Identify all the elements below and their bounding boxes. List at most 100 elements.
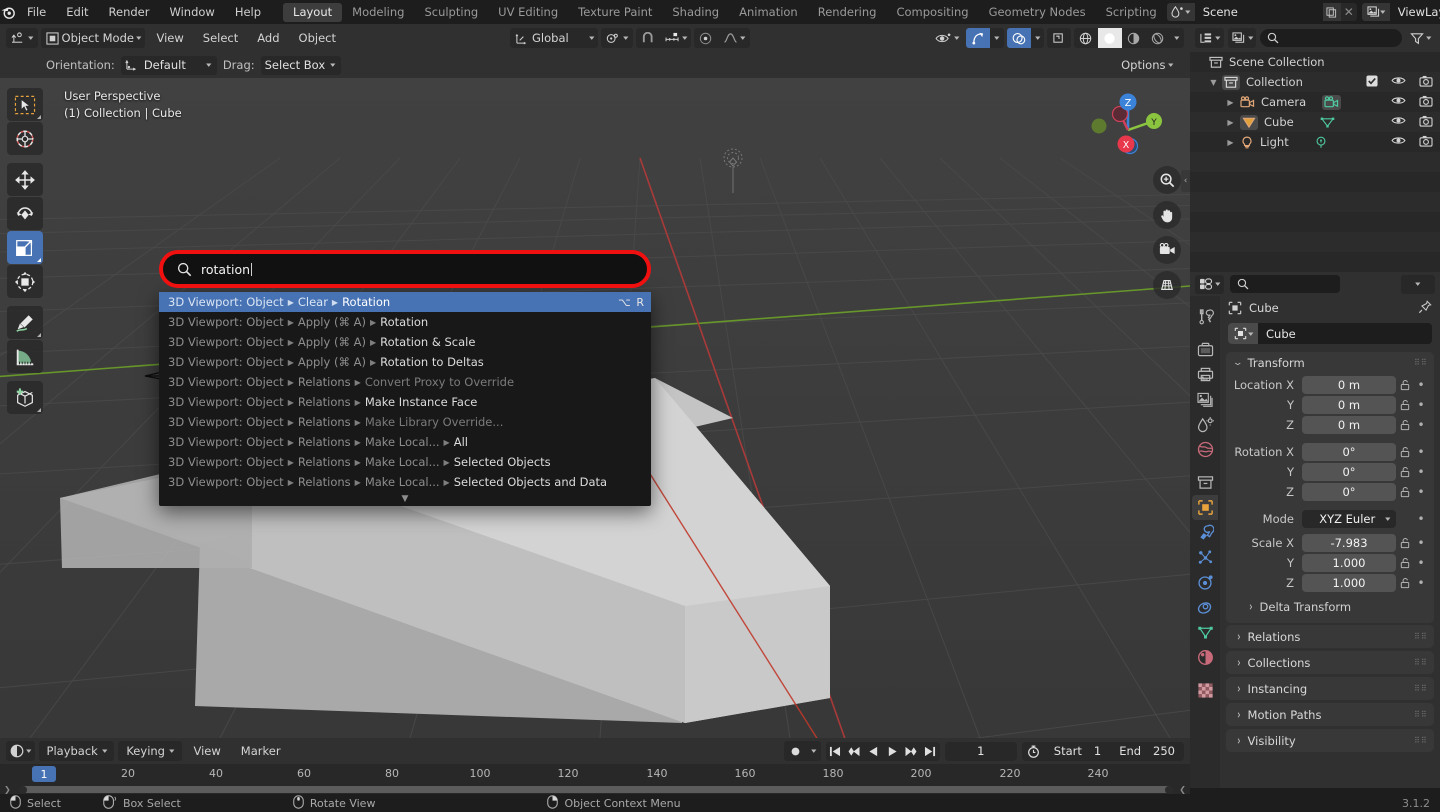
eye-icon[interactable]	[1391, 75, 1406, 89]
animate-property-dot[interactable]: •	[1414, 465, 1428, 479]
visibility-selector[interactable]: ▾	[930, 28, 964, 48]
search-result-row[interactable]: 3D Viewport: Object ▶ Relations ▶ Make L…	[159, 412, 651, 432]
instancing-panel[interactable]: ⌄ Instancing ⠿⠿	[1226, 677, 1434, 700]
eye-icon[interactable]	[1391, 95, 1406, 109]
shading-rendered-icon[interactable]	[1146, 28, 1170, 48]
eye-icon[interactable]	[1391, 135, 1406, 149]
outliner-row-light[interactable]: ▶ Light	[1190, 132, 1440, 152]
timeline-menu-playback[interactable]: Playback ▾	[38, 741, 115, 761]
object-mode-selector[interactable]: Object Mode ▾	[40, 28, 146, 48]
camera-view-icon[interactable]	[1153, 236, 1181, 264]
show-overlays-icon[interactable]	[1006, 28, 1031, 48]
search-result-row[interactable]: 3D Viewport: Object ▶ Relations ▶ Make L…	[159, 452, 651, 472]
tab-scripting[interactable]: Scripting	[1096, 3, 1167, 22]
animate-property-dot[interactable]: •	[1414, 536, 1428, 550]
scroll-handle-left[interactable]	[19, 785, 27, 794]
rotation-y-value[interactable]: 0°	[1302, 462, 1396, 481]
animate-property-dot[interactable]: •	[1414, 576, 1428, 590]
properties-options-button[interactable]: ▾	[1401, 274, 1435, 294]
shading-material-icon[interactable]	[1122, 28, 1146, 48]
end-frame-field[interactable]: End 250	[1110, 742, 1184, 761]
expand-triangle-icon[interactable]: ▶	[1224, 118, 1237, 127]
timeline-ruler[interactable]: 1 20 40 60 80 100 120 140 160 180 200 22…	[0, 764, 1190, 786]
tab-texture-paint[interactable]: Texture Paint	[568, 3, 662, 22]
tab-physics-properties[interactable]	[1192, 570, 1218, 595]
outliner-editor-type[interactable]: ▾	[1195, 28, 1224, 48]
shading-options-selector[interactable]: ▾	[1170, 28, 1184, 48]
rotation-mode-selector[interactable]: XYZ Euler ▾	[1302, 509, 1396, 528]
properties-editor-type[interactable]: ▾	[1195, 274, 1224, 294]
location-y-value[interactable]: 0 m	[1302, 395, 1396, 414]
tab-tool[interactable]	[1192, 304, 1218, 329]
play-button[interactable]	[883, 742, 902, 761]
animate-property-dot[interactable]: •	[1414, 485, 1428, 499]
expand-triangle-icon[interactable]: ▶	[1224, 98, 1237, 107]
animate-property-dot[interactable]: •	[1414, 556, 1428, 570]
camera-render-icon[interactable]	[1419, 135, 1433, 150]
panel-grip-icon[interactable]: ⠿⠿	[1414, 737, 1427, 745]
tool-tweak-select[interactable]	[7, 88, 43, 121]
auto-keyframe-icon[interactable]	[784, 741, 807, 761]
panel-grip-icon[interactable]: ⠿⠿	[1414, 711, 1427, 719]
navigation-gizmo[interactable]: Y Z X	[1076, 88, 1176, 163]
keying-options-selector[interactable]: ▾	[807, 741, 821, 761]
jump-to-next-keyframe-button[interactable]	[902, 742, 921, 761]
timeline-menu-keying[interactable]: Keying ▾	[118, 741, 182, 761]
snap-magnet-icon[interactable]	[636, 28, 660, 48]
outliner-search-input[interactable]	[1260, 29, 1403, 47]
viewlayer-selector[interactable]: ▾ ViewLayer ✕	[1361, 3, 1440, 21]
show-gizmo-icon[interactable]	[966, 28, 991, 48]
tab-uv-editing[interactable]: UV Editing	[488, 3, 568, 22]
panel-grip-icon[interactable]: ⠿⠿	[1414, 633, 1427, 641]
toggle-xray-icon[interactable]	[1047, 28, 1071, 48]
lock-icon[interactable]	[1396, 486, 1414, 498]
object-icon[interactable]: ▾	[1228, 323, 1258, 344]
panel-grip-icon[interactable]: ⠿⠿	[1414, 359, 1427, 367]
transform-panel-header[interactable]: ⌄ Transform ⠿⠿	[1226, 352, 1434, 373]
jump-to-start-button[interactable]	[826, 742, 845, 761]
menu-file[interactable]: File	[17, 0, 56, 24]
viewport-3d[interactable]: User Perspective (1) Collection | Cube Y…	[0, 78, 1190, 738]
menu-render[interactable]: Render	[99, 0, 160, 24]
tab-shading[interactable]: Shading	[662, 3, 729, 22]
viewport-menu-view[interactable]: View	[148, 28, 191, 48]
menu-help[interactable]: Help	[225, 0, 271, 24]
tab-layout[interactable]: Layout	[283, 2, 343, 22]
toggle-perspective-icon[interactable]	[1153, 271, 1181, 299]
tab-material-properties[interactable]	[1192, 645, 1218, 670]
location-x-value[interactable]: 0 m	[1302, 375, 1396, 394]
lock-icon[interactable]	[1396, 399, 1414, 411]
play-reverse-button[interactable]	[864, 742, 883, 761]
collections-panel[interactable]: ⌄ Collections ⠿⠿	[1226, 651, 1434, 674]
tab-view-layer[interactable]	[1192, 387, 1218, 412]
tool-scale[interactable]	[7, 231, 43, 264]
options-button[interactable]: Options ▾	[1114, 56, 1180, 75]
tab-constraint-properties[interactable]	[1192, 595, 1218, 620]
pin-icon[interactable]	[1418, 299, 1432, 317]
tab-sculpting[interactable]: Sculpting	[414, 3, 488, 22]
search-result-row[interactable]: 3D Viewport: Object ▶ Relations ▶ Make I…	[159, 392, 651, 412]
proportional-edit-icon[interactable]	[694, 28, 718, 48]
remove-scene-icon[interactable]: ✕	[1341, 3, 1357, 21]
rotation-z-value[interactable]: 0°	[1302, 482, 1396, 501]
collapse-triangle-icon[interactable]: ▼	[1207, 78, 1220, 87]
tab-modeling[interactable]: Modeling	[342, 3, 414, 22]
lock-icon[interactable]	[1396, 537, 1414, 549]
drag-selector[interactable]: Select Box ▾	[260, 55, 341, 75]
scene-selector[interactable]: ▾ Scene ✕	[1166, 3, 1357, 21]
viewport-sidebar-toggle[interactable]: ‹	[1181, 170, 1190, 192]
panel-grip-icon[interactable]: ⠿⠿	[1414, 659, 1427, 667]
falloff-type-selector[interactable]: ▾	[718, 28, 750, 48]
search-result-row[interactable]: 3D Viewport: Object ▶ Apply (⌘ A) ▶ Rota…	[159, 352, 651, 372]
tab-geometry-nodes[interactable]: Geometry Nodes	[979, 3, 1096, 22]
object-name-value[interactable]: Cube	[1258, 327, 1296, 341]
tab-object-data-properties[interactable]	[1192, 620, 1218, 645]
outliner-row-collection[interactable]: ▼ Collection	[1190, 72, 1440, 92]
tab-world[interactable]	[1192, 437, 1218, 462]
scale-x-value[interactable]: -7.983	[1302, 533, 1396, 552]
current-frame-field[interactable]: 1	[944, 741, 1017, 761]
scroll-handle-right[interactable]	[1165, 785, 1173, 794]
search-result-row[interactable]: 3D Viewport: Object ▶ Relations ▶ Make L…	[159, 432, 651, 452]
snap-pivot-selector[interactable]: ▾	[601, 28, 633, 48]
tool-measure[interactable]	[7, 340, 43, 373]
